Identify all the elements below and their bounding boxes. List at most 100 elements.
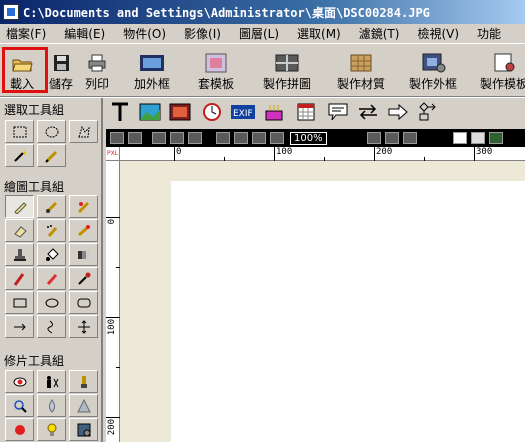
template-icon — [203, 53, 229, 73]
rectangle-icon — [13, 296, 27, 310]
insert-clock-button[interactable] — [200, 101, 224, 125]
insert-speech-bubble-button[interactable] — [326, 101, 350, 125]
birthday-cake-icon — [263, 102, 285, 125]
photo-icon — [169, 102, 191, 125]
clone-tool[interactable] — [69, 219, 98, 242]
select-brush-tool[interactable] — [37, 144, 66, 167]
ruler-unit-corner[interactable]: PXL — [106, 147, 120, 161]
rectangle-tool[interactable] — [5, 291, 34, 314]
text-tool[interactable] — [108, 101, 132, 125]
pen-tool[interactable] — [5, 195, 34, 218]
clone-icon — [77, 224, 91, 238]
pencil-draw-icon — [13, 272, 27, 286]
insert-photo-button[interactable] — [168, 101, 192, 125]
burn-tool[interactable] — [5, 418, 34, 441]
paste-button[interactable] — [170, 132, 184, 144]
patch-tool[interactable] — [69, 418, 98, 441]
paint-bucket-icon — [45, 247, 59, 262]
make-collage-button[interactable]: 製作拼圖 — [259, 49, 315, 93]
horizontal-ruler: 0 100 200 300 — [120, 147, 525, 161]
red-eye-icon — [13, 375, 27, 389]
make-frame-button[interactable]: 製作外框 — [404, 49, 462, 93]
template-button[interactable]: 套模板 — [194, 49, 238, 93]
zoom-level[interactable]: 100% — [290, 131, 327, 145]
menu-select[interactable]: 選取(M) — [288, 25, 350, 42]
pointer-tool-button[interactable] — [366, 132, 381, 144]
insert-cake-button[interactable] — [262, 101, 286, 125]
exif-button[interactable]: EXIF — [230, 101, 256, 125]
move-cross-icon — [77, 319, 91, 334]
menu-function[interactable]: 功能 — [468, 25, 510, 42]
menu-filter[interactable]: 濾鏡(T) — [350, 25, 409, 42]
draw-group-title: 繪圖工具組 — [4, 180, 65, 194]
fill-tool[interactable] — [37, 243, 66, 266]
select-brush-icon — [44, 149, 59, 163]
menu-bar: 檔案(F) 編輯(E) 物件(O) 影像(I) 圖層(L) 選取(M) 濾鏡(T… — [0, 24, 525, 44]
clock-icon — [202, 102, 222, 125]
undo-button[interactable] — [110, 132, 124, 144]
canvas-area[interactable]: PXL 0 100 200 300 0 100 200 — [106, 147, 525, 442]
zoom-out-button[interactable] — [234, 132, 248, 144]
blur-tool[interactable] — [37, 394, 66, 417]
magic-wand-tool[interactable] — [5, 144, 34, 167]
insert-flowchart-button[interactable] — [416, 101, 440, 125]
make-template-button[interactable]: 製作模板 — [476, 49, 525, 93]
art-brush-tool[interactable] — [69, 195, 98, 218]
rect-select-tool[interactable] — [5, 120, 34, 143]
spray-tool[interactable] — [37, 219, 66, 242]
red-eye-tool[interactable] — [5, 370, 34, 393]
dodge-tool[interactable] — [37, 418, 66, 441]
retouch-group-title: 修片工具組 — [4, 354, 65, 368]
gradient-tool[interactable] — [69, 243, 98, 266]
background-color-swatch[interactable] — [470, 132, 485, 144]
image-canvas[interactable] — [171, 181, 525, 442]
select-frame-button[interactable] — [402, 132, 417, 144]
smudge-icon — [77, 375, 91, 389]
insert-image-button[interactable] — [138, 101, 162, 125]
move-tool[interactable] — [69, 315, 98, 338]
menu-object[interactable]: 物件(O) — [114, 25, 175, 42]
cut-person-tool[interactable] — [37, 370, 66, 393]
rounded-rect-tool[interactable] — [69, 291, 98, 314]
fit-window-button[interactable] — [252, 132, 266, 144]
sharpen-tool[interactable] — [69, 394, 98, 417]
insert-double-arrow-button[interactable] — [356, 101, 380, 125]
menu-edit[interactable]: 編輯(E) — [55, 25, 114, 42]
marker-tool[interactable] — [37, 267, 66, 290]
add-frame-button[interactable]: 加外框 — [130, 49, 174, 93]
brush-tool[interactable] — [37, 195, 66, 218]
floppy-disk-icon — [50, 53, 72, 73]
tools-sidebar: 選取工具組 繪圖工具組 修片工具組 — [0, 98, 103, 442]
crop-button[interactable] — [188, 132, 202, 144]
smudge-tool[interactable] — [69, 370, 98, 393]
ellipse-select-tool[interactable] — [37, 120, 66, 143]
menu-view[interactable]: 檢視(V) — [408, 25, 468, 42]
make-material-button[interactable]: 製作材質 — [333, 49, 389, 93]
title-bar: C:\Documents and Settings\Administrator\… — [0, 0, 525, 24]
hand-tool-button[interactable] — [384, 132, 399, 144]
menu-file[interactable]: 檔案(F) — [0, 25, 55, 42]
menu-image[interactable]: 影像(I) — [175, 25, 230, 42]
actual-size-button[interactable] — [270, 132, 284, 144]
ellipse-tool[interactable] — [37, 291, 66, 314]
insert-arrow-button[interactable] — [386, 101, 410, 125]
redo-button[interactable] — [128, 132, 142, 144]
lasso-select-tool[interactable] — [69, 120, 98, 143]
copy-button[interactable] — [152, 132, 166, 144]
magnify-tool[interactable] — [5, 394, 34, 417]
curve-tool[interactable] — [37, 315, 66, 338]
foreground-color-swatch[interactable] — [452, 132, 467, 144]
menu-layer[interactable]: 圖層(L) — [230, 25, 288, 42]
magic-wand-icon — [13, 149, 27, 163]
art-brush-icon — [77, 200, 91, 214]
pencil-draw-tool[interactable] — [5, 267, 34, 290]
insert-calendar-button[interactable] — [294, 101, 318, 125]
save-button[interactable]: 儲存 — [47, 49, 75, 93]
eraser-tool[interactable] — [5, 219, 34, 242]
line-tool[interactable] — [5, 315, 34, 338]
color-menu-button[interactable] — [488, 132, 503, 144]
eyedropper-tool[interactable] — [69, 267, 98, 290]
zoom-in-button[interactable] — [216, 132, 230, 144]
stamp-tool[interactable] — [5, 243, 34, 266]
print-button[interactable]: 列印 — [82, 49, 112, 93]
